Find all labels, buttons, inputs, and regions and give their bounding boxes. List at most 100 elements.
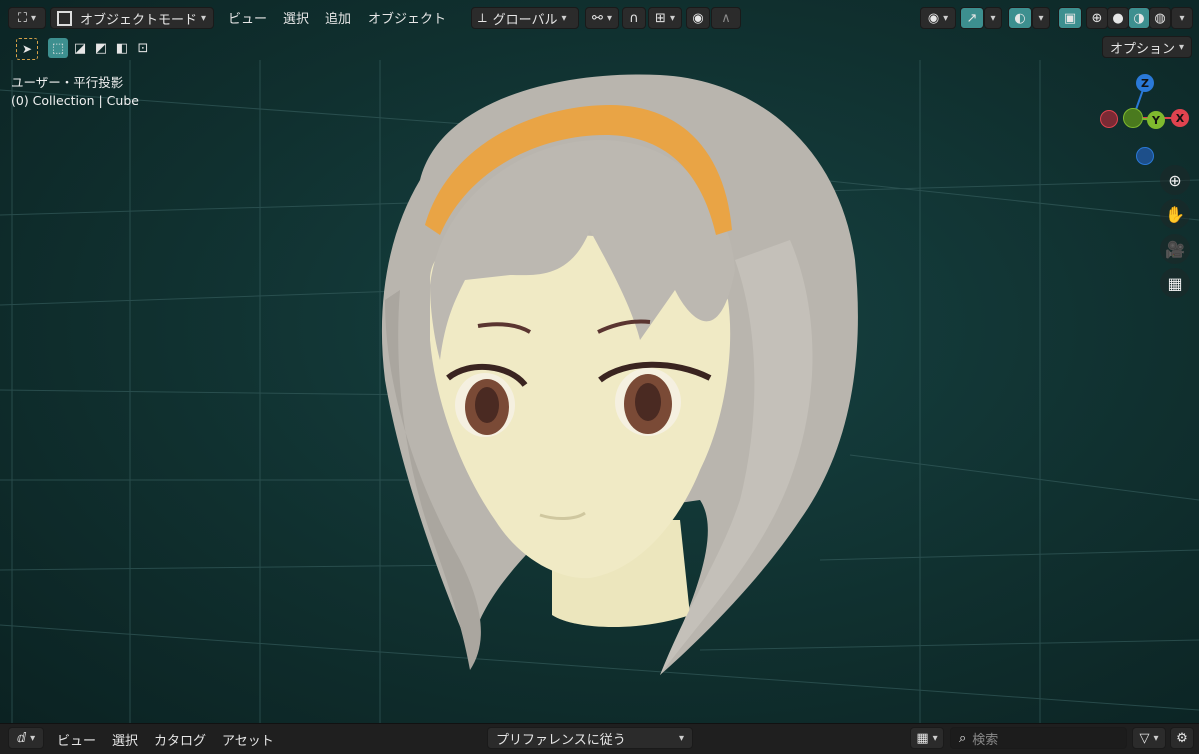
rendered-sphere-icon: ◍: [1154, 10, 1166, 26]
chevron-down-icon: ▾: [606, 12, 612, 24]
falloff-curve-icon: ∧: [721, 10, 731, 26]
box-select-new-icon: ⬚: [51, 40, 65, 56]
view-name: ユーザー・平行投影: [11, 75, 124, 90]
character-model[interactable]: [0, 0, 1199, 723]
gizmo-y-axis[interactable]: Y: [1147, 111, 1165, 129]
solid-sphere-icon: ●: [1112, 10, 1124, 26]
box-select-intersect-icon: ⊡: [137, 40, 149, 56]
chevron-down-icon: ▾: [561, 12, 567, 24]
snap-increment-icon: ⊞: [655, 10, 666, 26]
grid-icon: ▦: [1167, 273, 1183, 293]
xray-icon: ▣: [1063, 10, 1077, 26]
shading-solid-button[interactable]: ●: [1107, 7, 1129, 29]
collection-info: (0) Collection | Cube: [11, 93, 139, 108]
chevron-down-icon: ▾: [30, 732, 36, 744]
camera-icon: 🎥: [1165, 239, 1185, 259]
falloff-button[interactable]: ∧: [711, 7, 741, 29]
gizmo-x-axis[interactable]: X: [1171, 109, 1189, 127]
select-extend-button[interactable]: ◪: [70, 38, 90, 58]
xray-toggle[interactable]: ▣: [1058, 7, 1082, 29]
asset-browser-icon: ⅆ: [16, 730, 27, 746]
snap-target-button[interactable]: ⊞ ▾: [648, 7, 682, 29]
zoom-button[interactable]: ⊕: [1160, 165, 1190, 195]
shading-wireframe-button[interactable]: ⊕: [1086, 7, 1108, 29]
bottom-menu-view[interactable]: ビュー: [57, 730, 96, 749]
select-tool-button[interactable]: ➤: [16, 38, 38, 60]
select-new-button[interactable]: ⬚: [48, 38, 68, 58]
shading-dropdown[interactable]: ▾: [1171, 7, 1193, 29]
menu-select[interactable]: 選択: [283, 8, 309, 27]
gizmo-dropdown[interactable]: ▾: [984, 7, 1002, 29]
magnet-icon: ∩: [629, 10, 639, 26]
chevron-down-icon: ▾: [1178, 41, 1185, 53]
proportional-icon: ◉: [692, 10, 704, 26]
wireframe-sphere-icon: ⊕: [1091, 10, 1103, 26]
bottom-menu-asset[interactable]: アセット: [222, 730, 274, 749]
shading-rendered-button[interactable]: ◍: [1149, 7, 1171, 29]
gizmo-toggle[interactable]: ↗: [960, 7, 984, 29]
display-mode-button[interactable]: ▦ ▾: [910, 727, 944, 749]
bottom-menu-catalog[interactable]: カタログ: [154, 730, 206, 749]
camera-view-button[interactable]: 🎥: [1160, 234, 1190, 264]
asset-browser-header: ⅆ ▾ ビュー 選択 カタログ アセット プリファレンスに従う ▾ ▦ ▾ ⌕ 検索…: [0, 723, 1199, 754]
overlay-icon: ◐: [1014, 10, 1026, 26]
hand-icon: ✋: [1165, 204, 1185, 224]
select-invert-button[interactable]: ◧: [112, 38, 132, 58]
mode-select[interactable]: オブジェクトモード ▾: [50, 7, 214, 29]
search-placeholder: 検索: [972, 732, 999, 748]
gizmo-neg-z-axis[interactable]: [1136, 147, 1154, 165]
gizmo-neg-x-axis[interactable]: [1100, 110, 1118, 128]
grid-thumbnails-icon: ▦: [916, 730, 929, 746]
search-input[interactable]: ⌕ 検索: [950, 727, 1127, 749]
chevron-down-icon: ▾: [990, 12, 996, 24]
snap-toggle[interactable]: ∩: [622, 7, 646, 29]
chevron-down-icon: ▾: [943, 12, 949, 24]
box-select-invert-icon: ◧: [115, 40, 129, 56]
menu-object[interactable]: オブジェクト: [368, 8, 446, 27]
3d-viewport[interactable]: ⛶ ▾ オブジェクトモード ▾ ビュー 選択 追加 オブジェクト ⟂ グローバル …: [0, 0, 1199, 723]
mode-label: オブジェクトモード: [80, 12, 198, 28]
transform-orientation-select[interactable]: ⟂ グローバル ▾: [471, 7, 579, 29]
chevron-down-icon: ▾: [201, 12, 207, 24]
chevron-down-icon: ▾: [1153, 732, 1159, 744]
options-dropdown[interactable]: オプション ▾: [1102, 36, 1192, 58]
overlay-toggle[interactable]: ◐: [1008, 7, 1032, 29]
object-mode-icon: [57, 10, 72, 26]
pan-button[interactable]: ✋: [1160, 199, 1190, 229]
editor-type-button[interactable]: ⛶ ▾: [8, 7, 46, 29]
asset-library-select[interactable]: プリファレンスに従う ▾: [487, 727, 693, 749]
cursor-arrow-icon: ➤: [21, 42, 33, 56]
select-intersect-button[interactable]: ⊡: [133, 38, 153, 58]
visibility-button[interactable]: ◉ ▾: [920, 7, 956, 29]
editor-type-button-bottom[interactable]: ⅆ ▾: [8, 727, 44, 749]
chevron-down-icon: ▾: [31, 12, 37, 24]
chevron-down-icon: ▾: [1179, 12, 1185, 24]
gizmo-arrow-icon: ↗: [966, 10, 978, 26]
orientation-label: グローバル: [492, 12, 558, 28]
options-label: オプション: [1109, 41, 1175, 57]
settings-button[interactable]: ⚙: [1170, 727, 1194, 749]
filter-button[interactable]: ▽ ▾: [1132, 727, 1166, 749]
zoom-icon: ⊕: [1168, 170, 1182, 190]
pivot-point-button[interactable]: ⚯ ▾: [585, 7, 619, 29]
gizmo-z-axis[interactable]: Z: [1136, 74, 1154, 92]
chevron-down-icon: ▾: [678, 732, 684, 744]
funnel-icon: ▽: [1139, 730, 1150, 746]
chevron-down-icon: ▾: [1038, 12, 1044, 24]
viewport-icon: ⛶: [17, 10, 28, 26]
gizmo-neg-y-axis[interactable]: [1123, 108, 1143, 128]
box-select-extend-icon: ◪: [73, 40, 87, 56]
library-label: プリファレンスに従う: [496, 732, 626, 748]
chevron-down-icon: ▾: [932, 732, 938, 744]
link-icon: ⚯: [592, 10, 603, 26]
select-subtract-button[interactable]: ◩: [91, 38, 111, 58]
proportional-edit-toggle[interactable]: ◉: [686, 7, 710, 29]
menu-add[interactable]: 追加: [325, 8, 351, 27]
menu-view[interactable]: ビュー: [228, 8, 267, 27]
axis-icon: ⟂: [478, 10, 487, 26]
shading-material-button[interactable]: ◑: [1128, 7, 1150, 29]
projection-toggle-button[interactable]: ▦: [1160, 268, 1190, 298]
bottom-menu-select[interactable]: 選択: [112, 730, 138, 749]
material-sphere-icon: ◑: [1133, 10, 1145, 26]
overlay-dropdown[interactable]: ▾: [1032, 7, 1050, 29]
